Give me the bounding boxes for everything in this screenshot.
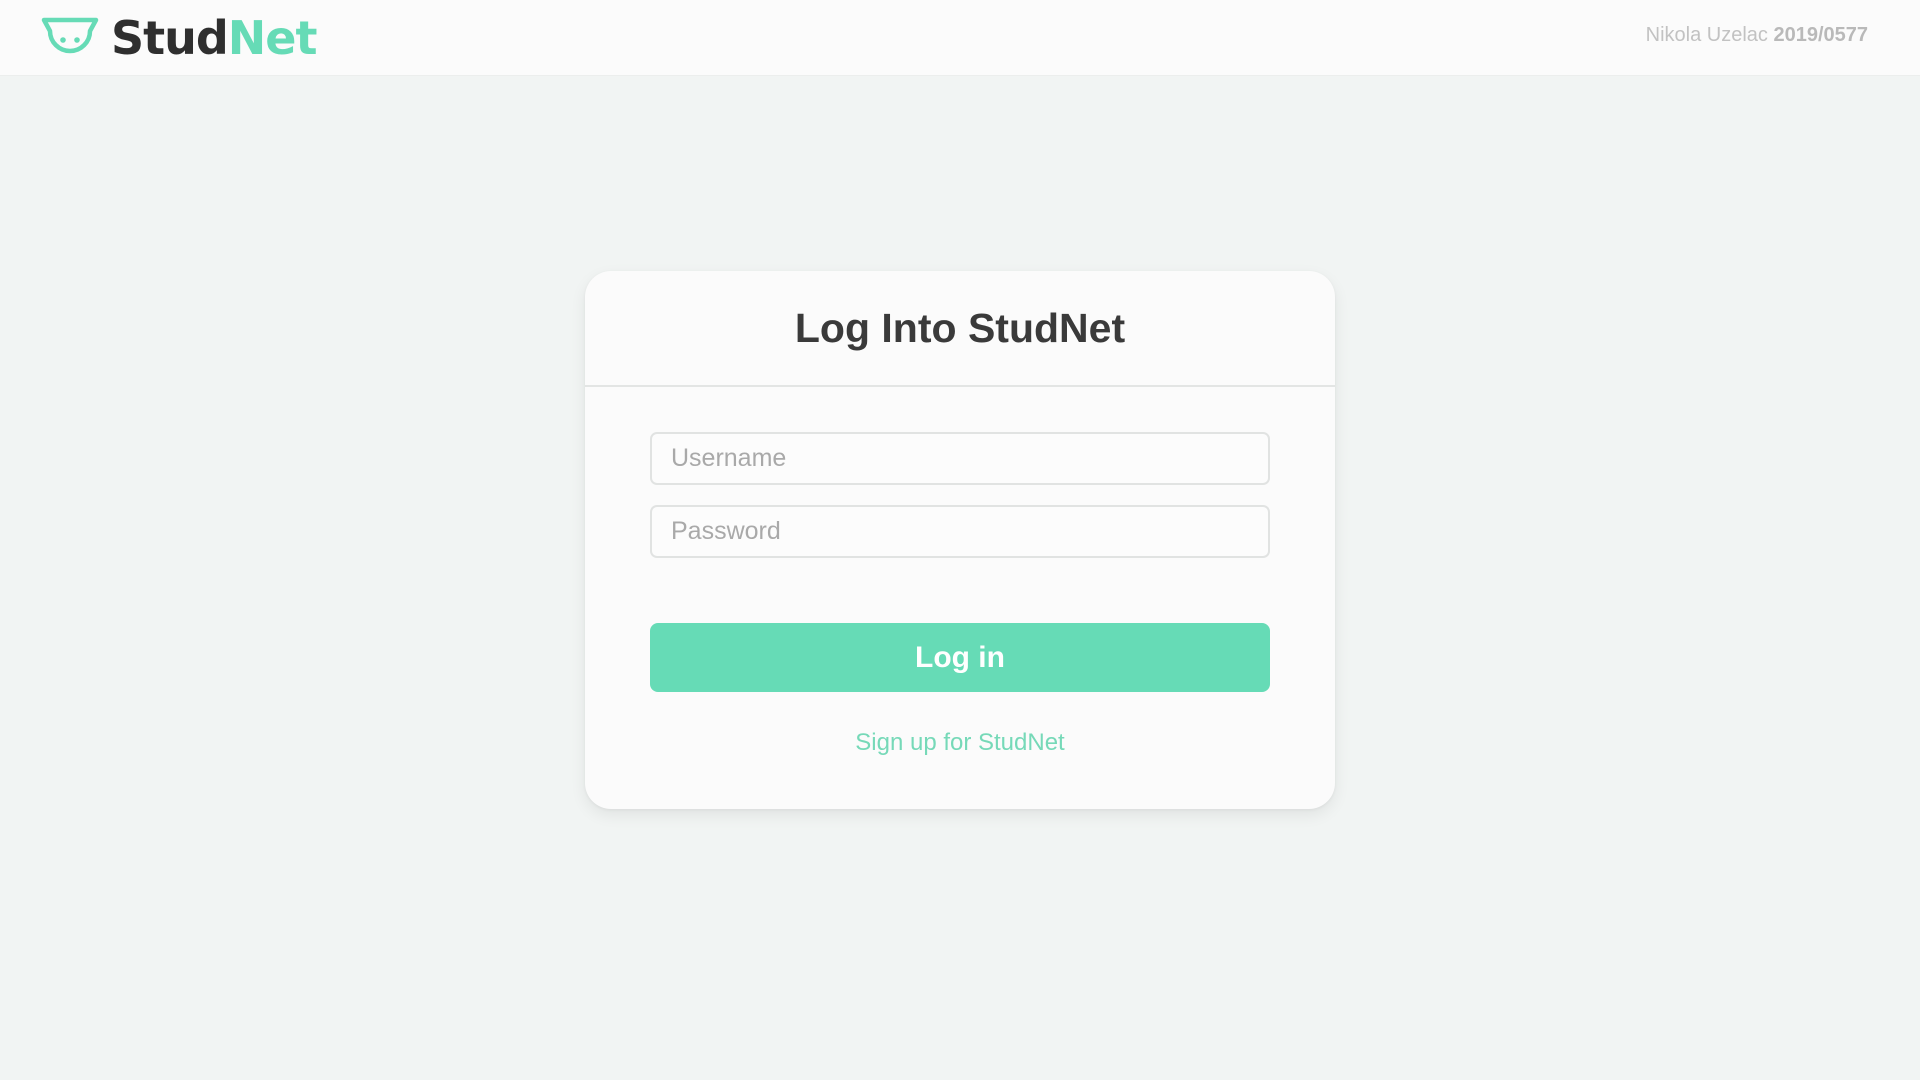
- login-card: Log Into StudNet Log in Sign up for Stud…: [585, 271, 1335, 809]
- user-id: 2019/0577: [1773, 24, 1868, 46]
- login-button[interactable]: Log in: [650, 623, 1270, 692]
- logo-wordmark: Stud Net: [111, 11, 318, 65]
- current-user: Nikola Uzelac 2019/0577: [1646, 24, 1868, 47]
- cat-face-icon: [41, 17, 99, 54]
- user-name: Nikola Uzelac: [1645, 24, 1768, 46]
- login-card-header: Log Into StudNet: [585, 271, 1335, 387]
- username-input[interactable]: [650, 432, 1270, 485]
- logo-text-net: Net: [227, 11, 318, 65]
- logo-text-stud: Stud: [111, 11, 229, 65]
- studnet-logo[interactable]: Stud Net: [39, 11, 318, 65]
- login-title: Log Into StudNet: [794, 304, 1126, 351]
- top-bar: Stud Net Nikola Uzelac 2019/0577: [0, 0, 1920, 76]
- signup-link[interactable]: Sign up for StudNet: [585, 729, 1335, 757]
- password-input[interactable]: [650, 505, 1270, 558]
